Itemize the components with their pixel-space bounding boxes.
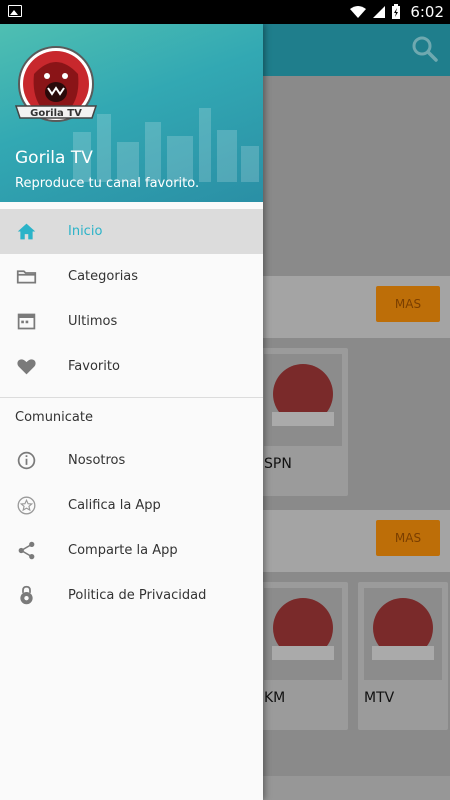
menu-item-categorias[interactable]: Categorias [0,254,263,299]
menu-item-label: Ultimos [68,314,118,329]
channel-card[interactable]: MTV [358,582,448,730]
drawer-subtitle: Reproduce tu canal favorito. [15,176,200,191]
wifi-icon [350,6,367,18]
drawer-menu: Inicio Categorias Ultimos Favorito Comun… [0,209,263,618]
menu-item-favorito[interactable]: Favorito [0,344,263,389]
status-time: 6:02 [410,3,444,21]
info-icon [17,451,36,470]
search-icon[interactable] [412,36,438,62]
channel-name: SPN [264,456,292,472]
lock-gear-icon [20,585,33,605]
signal-icon [373,6,386,18]
gorila-tv-logo: Gorila TV [14,46,98,122]
menu-item-nosotros[interactable]: Nosotros [0,438,263,483]
menu-item-comparte[interactable]: Comparte la App [0,528,263,573]
calendar-icon [17,313,36,330]
section-label-comunicate: Comunicate [15,410,93,425]
mas-button[interactable]: MAS [376,520,440,556]
menu-item-label: Favorito [68,359,120,374]
drawer-header: Gorila TV Gorila TV Reproduce tu canal f… [0,24,263,202]
menu-item-label: Nosotros [68,453,126,468]
mas-button[interactable]: MAS [376,286,440,322]
channel-logo [264,354,342,446]
channel-logo [264,588,342,680]
status-bar: 6:02 [0,0,450,24]
menu-item-label: Inicio [68,224,103,239]
drawer-title: Gorila TV [15,148,93,168]
image-notification-icon [8,5,22,17]
menu-item-politica[interactable]: Politica de Privacidad [0,573,263,618]
menu-item-califica[interactable]: Califica la App [0,483,263,528]
channel-name: MTV [364,690,395,706]
channel-card[interactable]: KM [258,582,348,730]
channel-logo [364,588,442,680]
home-icon [17,223,36,240]
battery-icon [392,4,401,19]
folder-icon [16,270,37,284]
logo-text: Gorila TV [30,108,82,119]
menu-item-label: Categorias [68,269,139,284]
menu-item-inicio[interactable]: Inicio [0,209,263,254]
menu-item-ultimos[interactable]: Ultimos [0,299,263,344]
channel-name: KM [264,690,286,706]
share-icon [18,541,35,560]
menu-item-label: Comparte la App [68,543,178,558]
star-icon [17,496,36,515]
channel-card[interactable]: SPN [258,348,348,496]
navigation-drawer: Gorila TV Gorila TV Reproduce tu canal f… [0,24,263,800]
menu-item-label: Califica la App [68,498,161,513]
heart-icon [17,359,36,375]
menu-item-label: Politica de Privacidad [68,588,207,603]
